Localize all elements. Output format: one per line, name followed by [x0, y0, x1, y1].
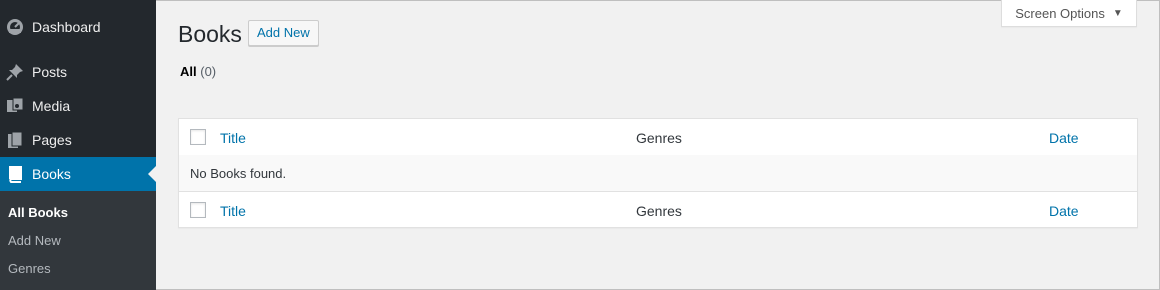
sidebar-item-posts[interactable]: Posts: [0, 55, 156, 89]
sidebar-item-media[interactable]: Media: [0, 89, 156, 123]
empty-message: No Books found.: [190, 166, 287, 181]
sidebar-item-label: Media: [32, 98, 71, 114]
table-row: No Books found.: [179, 155, 1137, 191]
table-footer-row: Title Genres Date: [179, 191, 1137, 228]
filter-label: All: [180, 64, 197, 79]
sidebar-item-dashboard[interactable]: Dashboard: [0, 10, 156, 44]
sidebar-item-label: Pages: [32, 132, 72, 148]
book-icon: [6, 165, 24, 183]
table-header-row: Title Genres Date: [179, 119, 1137, 156]
column-date-sort[interactable]: Date: [1049, 130, 1079, 146]
books-table: Title Genres Date No Books found. Title …: [178, 118, 1138, 228]
sidebar-item-pages[interactable]: Pages: [0, 123, 156, 157]
select-all-checkbox[interactable]: [190, 129, 206, 145]
filter-count: (0): [200, 64, 217, 79]
submenu-item-all-books[interactable]: All Books: [8, 205, 68, 220]
sidebar-item-label: Posts: [32, 64, 68, 80]
media-icon: [6, 97, 24, 115]
column-date-sort-footer[interactable]: Date: [1049, 203, 1079, 219]
dashboard-icon: [6, 18, 24, 36]
screen-options-label: Screen Options: [1015, 5, 1105, 21]
page-title: Books: [178, 21, 242, 47]
admin-sidebar: Dashboard Posts Media Pages Books All Bo…: [0, 0, 156, 290]
books-submenu: All Books Add New Genres: [0, 191, 156, 290]
column-genres-footer: Genres: [636, 203, 682, 219]
screen-options-button[interactable]: Screen Options ▼: [1001, 0, 1137, 27]
pages-icon: [6, 131, 24, 149]
submenu-item-genres[interactable]: Genres: [8, 261, 51, 276]
sidebar-item-label: Books: [32, 166, 71, 182]
column-title-sort-footer[interactable]: Title: [220, 203, 246, 219]
sidebar-item-label: Dashboard: [32, 19, 101, 35]
column-title-sort[interactable]: Title: [220, 130, 246, 146]
sidebar-item-books[interactable]: Books: [0, 157, 156, 191]
submenu-item-add-new[interactable]: Add New: [8, 233, 61, 248]
select-all-checkbox-footer[interactable]: [190, 202, 206, 218]
caret-down-icon: ▼: [1112, 7, 1123, 19]
pushpin-icon: [6, 63, 24, 81]
column-genres: Genres: [636, 130, 682, 146]
status-filter-all[interactable]: All (0): [180, 64, 216, 79]
add-new-button[interactable]: Add New: [248, 20, 319, 46]
